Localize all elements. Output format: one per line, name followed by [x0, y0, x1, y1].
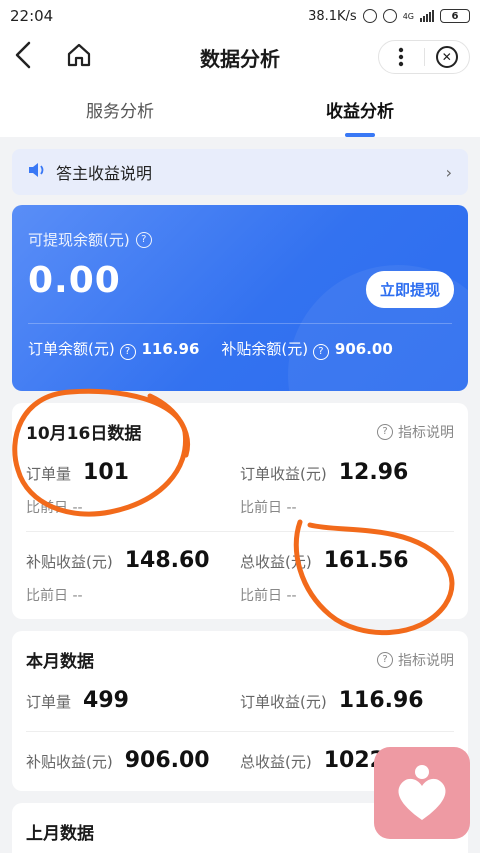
metric-value: 116.96: [338, 688, 424, 713]
signal-icon: [420, 10, 434, 22]
more-icon[interactable]: [379, 41, 424, 73]
battery-icon: 6: [440, 9, 470, 23]
nav-bar: 数据分析 ✕: [0, 32, 480, 82]
metric-label: 总收益(元): [240, 753, 312, 771]
metric-help-link[interactable]: ? 指标说明: [377, 650, 454, 670]
metric-value: 906.00: [124, 748, 210, 773]
status-bar: 22:04 38.1K/s 4G 6: [0, 0, 480, 32]
order-count-metric: 订单量 101 比前日 --: [26, 460, 240, 517]
help-icon[interactable]: ?: [119, 343, 136, 360]
metric-label: 补贴收益(元): [26, 753, 113, 771]
order-balance: 订单余额(元) ? 116.96: [28, 338, 199, 360]
order-count-metric: 订单量 499: [26, 688, 240, 713]
metric-value: 148.60: [124, 548, 210, 573]
metric-help-label: 指标说明: [398, 424, 454, 441]
month-card-title: 本月数据: [26, 652, 94, 672]
metric-label: 订单收益(元): [240, 693, 327, 711]
order-balance-value: 116.96: [141, 340, 200, 358]
tab-service-analysis[interactable]: 服务分析: [0, 82, 240, 137]
total-income-metric: 总收益(元) 161.56 比前日 --: [240, 548, 454, 605]
income-notice-bar[interactable]: 答主收益说明 ›: [12, 149, 468, 195]
close-icon: ✕: [435, 46, 458, 68]
metric-compare: 比前日 --: [26, 500, 83, 516]
day-card-title: 10月16日数据: [26, 424, 142, 444]
help-icon: ?: [377, 423, 393, 440]
signal-label: 4G: [402, 11, 414, 21]
floating-assistant-button[interactable]: [374, 747, 470, 839]
back-icon[interactable]: [14, 41, 32, 73]
metric-value: 101: [83, 460, 129, 485]
page-title: 数据分析: [200, 46, 280, 71]
analysis-tabs: 服务分析 收益分析: [0, 82, 480, 137]
subsidy-income-metric: 补贴收益(元) 906.00: [26, 748, 240, 773]
metric-compare: 比前日 --: [240, 500, 297, 516]
close-button[interactable]: ✕: [425, 41, 470, 73]
metric-compare: 比前日 --: [240, 588, 297, 604]
metric-help-label: 指标说明: [398, 652, 454, 669]
mute-icon: [362, 9, 377, 23]
last-month-card-title: 上月数据: [26, 824, 94, 844]
metric-value: 12.96: [338, 460, 409, 485]
tab-income-analysis[interactable]: 收益分析: [240, 82, 480, 137]
withdrawable-label-row: 可提现余额(元) ?: [28, 229, 452, 250]
network-speed: 38.1K/s: [308, 8, 357, 24]
subsidy-income-metric: 补贴收益(元) 148.60 比前日 --: [26, 548, 240, 605]
order-income-metric: 订单收益(元) 12.96 比前日 --: [240, 460, 454, 517]
metric-value: 161.56: [323, 548, 409, 573]
metric-label: 订单量: [26, 465, 72, 483]
speaker-icon: [28, 162, 46, 182]
status-icons: 38.1K/s 4G 6: [308, 9, 470, 24]
order-income-metric: 订单收益(元) 116.96: [240, 688, 454, 713]
alarm-icon: [382, 9, 397, 23]
mini-program-capsule: ✕: [378, 40, 470, 74]
metric-label: 订单收益(元): [240, 465, 327, 483]
metric-compare: 比前日 --: [26, 588, 83, 604]
withdraw-button[interactable]: 立即提现: [365, 271, 454, 308]
chevron-right-icon: ›: [445, 162, 452, 182]
withdrawable-label: 可提现余额(元): [28, 231, 130, 249]
day-data-card: 10月16日数据 ? 指标说明 订单量 101 比前日 -- 订单收益(元) 12.9…: [12, 403, 468, 619]
metric-help-link[interactable]: ? 指标说明: [377, 422, 454, 442]
notice-text: 答主收益说明: [56, 164, 153, 183]
heart-person-icon: [398, 765, 446, 820]
metric-label: 补贴收益(元): [26, 553, 113, 571]
status-time: 22:04: [10, 7, 54, 25]
help-icon[interactable]: ?: [135, 231, 152, 248]
home-icon[interactable]: [66, 42, 92, 72]
balance-card: 可提现余额(元) ? 0.00 立即提现 订单余额(元) ? 116.96 补贴余…: [12, 205, 468, 391]
metric-value: 499: [83, 688, 129, 713]
order-balance-label: 订单余额(元): [28, 340, 115, 358]
metric-label: 订单量: [26, 693, 72, 711]
metric-label: 总收益(元): [240, 553, 312, 571]
help-icon: ?: [377, 651, 393, 668]
